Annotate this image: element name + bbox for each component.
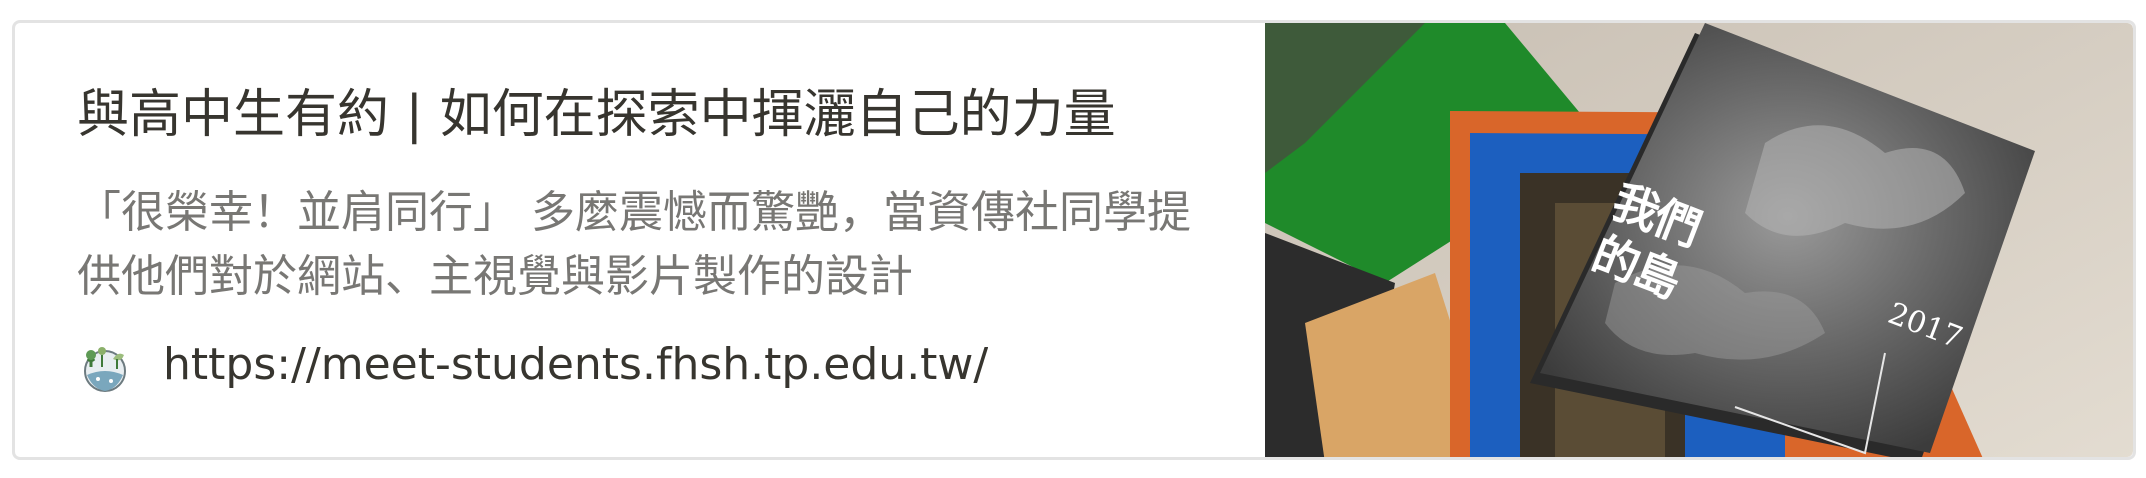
bookmark-description: 「很榮幸！並肩同行」 多麼震憾而驚艷，當資傳社同學提供他們對於網站、主視覺與影片… (77, 187, 1191, 302)
earth-plants-favicon-icon (84, 347, 126, 392)
bookmark-title[interactable]: 與高中生有約 | 如何在探索中揮灑自己的力量 (77, 79, 1225, 151)
bookmark-text: 與高中生有約 | 如何在探索中揮灑自己的力量 「很榮幸！並肩同行」 多麼震憾而驚… (15, 23, 1265, 457)
bookmark-thumbnail: 我們的島 2017 (1264, 23, 2133, 457)
bookmark-url-row[interactable]: https://meet-students.fhsh.tp.edu.tw/ (77, 337, 1225, 393)
bookmark-card[interactable]: 與高中生有約 | 如何在探索中揮灑自己的力量 「很榮幸！並肩同行」 多麼震憾而驚… (12, 20, 2136, 460)
bookmark-url[interactable]: https://meet-students.fhsh.tp.edu.tw/ (163, 337, 988, 393)
